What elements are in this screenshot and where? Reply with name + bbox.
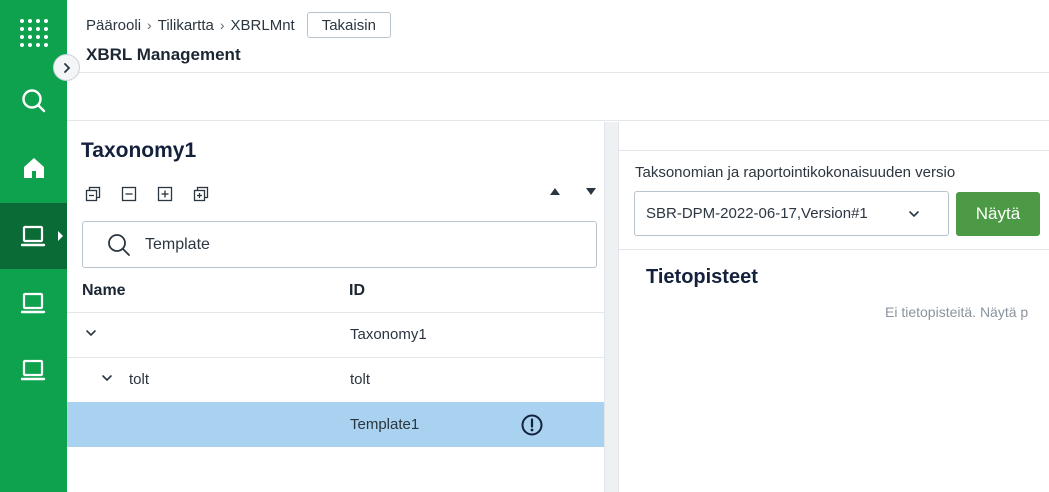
- breadcrumb-item-current: XBRLMnt: [230, 16, 295, 34]
- collapse-all-icon[interactable]: [83, 184, 102, 203]
- sidebar-item-laptop-3[interactable]: [0, 337, 67, 403]
- tree-row-id: Template1: [350, 416, 420, 433]
- search-icon: [21, 89, 45, 113]
- laptop-icon: [20, 225, 45, 247]
- chevron-down-icon: [909, 211, 919, 218]
- tree-row-id: Taxonomy1: [350, 326, 427, 343]
- sidebar-item-laptop-2[interactable]: [0, 270, 67, 336]
- column-header-name[interactable]: Name: [82, 282, 126, 300]
- toolbar-strip: [67, 74, 1049, 121]
- breadcrumb-separator-icon: ›: [147, 17, 152, 33]
- tree-row-taxonomy1[interactable]: Taxonomy1: [67, 312, 604, 357]
- tree-search-field[interactable]: [82, 221, 597, 268]
- sidebar-expand-toggle[interactable]: [53, 54, 80, 81]
- breadcrumb-separator-icon: ›: [219, 17, 225, 33]
- detail-top-strip: [619, 122, 1049, 151]
- tree-row-tolt[interactable]: tolt tolt: [67, 357, 604, 402]
- move-up-icon[interactable]: [550, 188, 560, 195]
- show-button[interactable]: Näytä: [956, 192, 1040, 236]
- tree-panel-title: Taxonomy1: [81, 139, 197, 162]
- breadcrumb-item[interactable]: Päärooli: [86, 17, 141, 34]
- active-caret-icon: [58, 231, 63, 241]
- chevron-right-icon: [63, 62, 70, 73]
- panel-splitter[interactable]: [604, 122, 619, 492]
- collapse-icon[interactable]: [119, 184, 138, 203]
- version-select-value: SBR-DPM-2022-06-17,Version#1: [646, 205, 868, 222]
- empty-state-message: Ei tietopisteitä. Näytä p: [885, 304, 1029, 320]
- tree-toolbar: [83, 184, 210, 203]
- page-header: Päärooli › Tilikartta › XBRLMnt Takaisin…: [67, 0, 1049, 73]
- move-down-icon[interactable]: [586, 188, 596, 195]
- sidebar-item-laptop-active[interactable]: [0, 203, 67, 269]
- tree-row-id: tolt: [350, 371, 371, 388]
- page-title: XBRL Management: [86, 45, 241, 64]
- back-button[interactable]: Takaisin: [306, 12, 391, 38]
- home-icon: [23, 158, 44, 178]
- taxonomy-tree-panel: Taxonomy1 Template Name ID Taxonomy1 tol…: [67, 122, 604, 492]
- version-select[interactable]: SBR-DPM-2022-06-17,Version#1: [634, 191, 949, 236]
- divider: [619, 249, 1049, 250]
- version-label: Taksonomian ja raportointikokonaisuuden …: [635, 164, 956, 181]
- expand-all-icon[interactable]: [191, 184, 210, 203]
- breadcrumb: Päärooli › Tilikartta › XBRLMnt Takaisin: [86, 12, 391, 38]
- laptop-icon: [20, 292, 45, 314]
- sidebar-home-button[interactable]: [0, 135, 67, 201]
- search-icon: [108, 233, 130, 256]
- chevron-down-icon[interactable]: [101, 372, 113, 384]
- apps-grid-icon: [19, 19, 48, 47]
- tree-sort-controls: [550, 188, 596, 195]
- detail-panel: Taksonomian ja raportointikokonaisuuden …: [619, 122, 1049, 492]
- breadcrumb-item[interactable]: Tilikartta: [158, 17, 214, 34]
- warning-icon: [521, 414, 543, 436]
- tree-search-input[interactable]: [145, 235, 565, 254]
- expand-icon[interactable]: [155, 184, 174, 203]
- chevron-down-icon[interactable]: [85, 327, 97, 339]
- tree-row-template1-selected[interactable]: Template1: [67, 402, 604, 447]
- column-header-id[interactable]: ID: [349, 282, 365, 300]
- tree-row-name: tolt: [129, 371, 150, 388]
- laptop-icon: [20, 359, 45, 381]
- section-title: Tietopisteet: [646, 266, 758, 288]
